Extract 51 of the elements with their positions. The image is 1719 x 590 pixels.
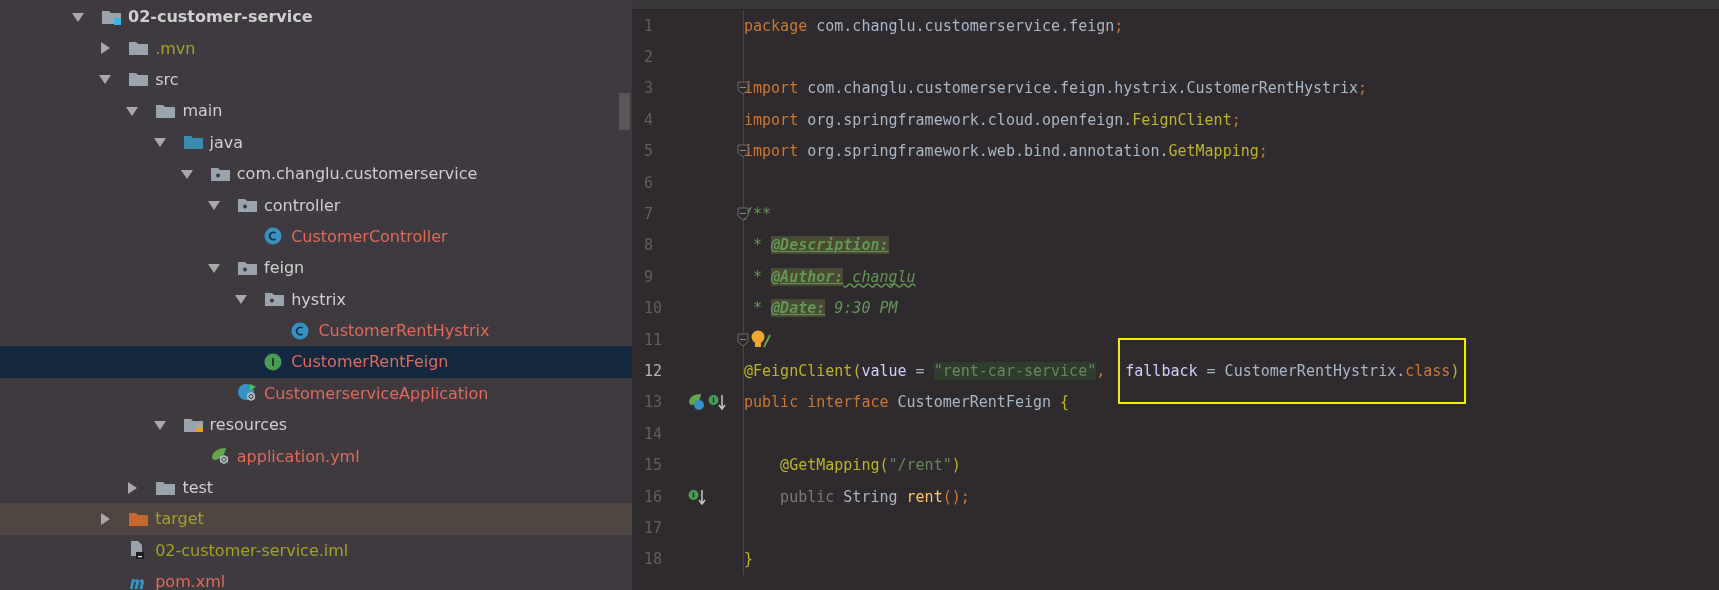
tree-row[interactable]: controller: [0, 189, 632, 221]
tree-item-label: target: [155, 509, 204, 529]
code-line: public interface CustomerRentFeign {: [744, 393, 1070, 412]
code-line: * @Author: changlu: [752, 267, 916, 286]
code-line: @FeignClient(value = "rent-car-service",: [744, 362, 1107, 380]
tree-item-label: CustomerserviceApplication: [264, 383, 489, 403]
tree-item-label: CustomerRentFeign: [291, 352, 449, 372]
tree-item-label: application.yml: [236, 446, 360, 466]
code-line: * @Description:: [752, 236, 889, 255]
line-number: 12: [643, 362, 664, 380]
code-line: import org.springframework.web.bind.annotation.GetMapping;: [744, 142, 1268, 161]
code-line: public String rent();: [779, 487, 970, 506]
code-line: package com.changlu.customerservice.feign;: [744, 16, 1124, 35]
tree-item-label: .mvn: [155, 38, 196, 58]
scrollbar-thumb[interactable]: [619, 93, 630, 130]
tree-row[interactable]: java: [0, 126, 632, 158]
tree-item-label: controller: [264, 195, 341, 215]
tree-row[interactable]: 02-customer-service.iml: [0, 534, 632, 567]
tree-item-label: 02-customer-service: [128, 7, 313, 27]
tree-item-label: feign: [264, 258, 305, 278]
implemented-icon[interactable]: [708, 393, 726, 412]
tree-item-label: com.changlu.customerservice: [236, 164, 478, 184]
tree-row[interactable]: test: [0, 471, 632, 504]
tree-item-label: 02-customer-service.iml: [155, 540, 349, 560]
spring-bean-icon[interactable]: [688, 393, 706, 412]
tree-item-label: pom.xml: [155, 572, 226, 590]
tree-row[interactable]: hystrix: [0, 283, 632, 315]
implemented-icon[interactable]: [688, 487, 706, 506]
tree-item-label: src: [155, 69, 179, 89]
tree-item-label: java: [209, 132, 244, 152]
tree-item-label: CustomerRentHystrix: [318, 321, 490, 341]
tree-row[interactable]: feign: [0, 252, 632, 284]
code-line: import com.changlu.customerservice.feign.hystrix.CustomerRentHystrix;: [744, 79, 1368, 98]
tree-row[interactable]: src: [0, 63, 632, 96]
tree-item-label: main: [182, 101, 223, 121]
fold-marker-icon[interactable]: [737, 332, 749, 347]
tree-row[interactable]: .mvn: [0, 32, 632, 64]
tree-item-label: resources: [209, 415, 288, 435]
highlight-box: fallback = CustomerRentHystrix.class): [1120, 340, 1465, 402]
code-line: import org.springframework.cloud.openfeign.FeignClient;: [744, 110, 1241, 129]
tree-item-label: test: [182, 478, 214, 498]
tree-row[interactable]: com.changlu.customerservice: [0, 157, 632, 190]
tree-row[interactable]: main: [0, 95, 632, 127]
tree-item-label: hystrix: [291, 289, 346, 309]
code-line: @GetMapping("/rent"): [779, 456, 961, 475]
tree-row[interactable]: CustomerRentFeign: [0, 346, 632, 378]
code-line: }: [744, 550, 754, 569]
code-line: * @Date: 9:30 PM: [752, 299, 898, 318]
tree-row[interactable]: 02-customer-service: [0, 1, 632, 33]
tree-item-label: CustomerController: [291, 226, 448, 246]
tree-row[interactable]: resources: [0, 409, 632, 441]
